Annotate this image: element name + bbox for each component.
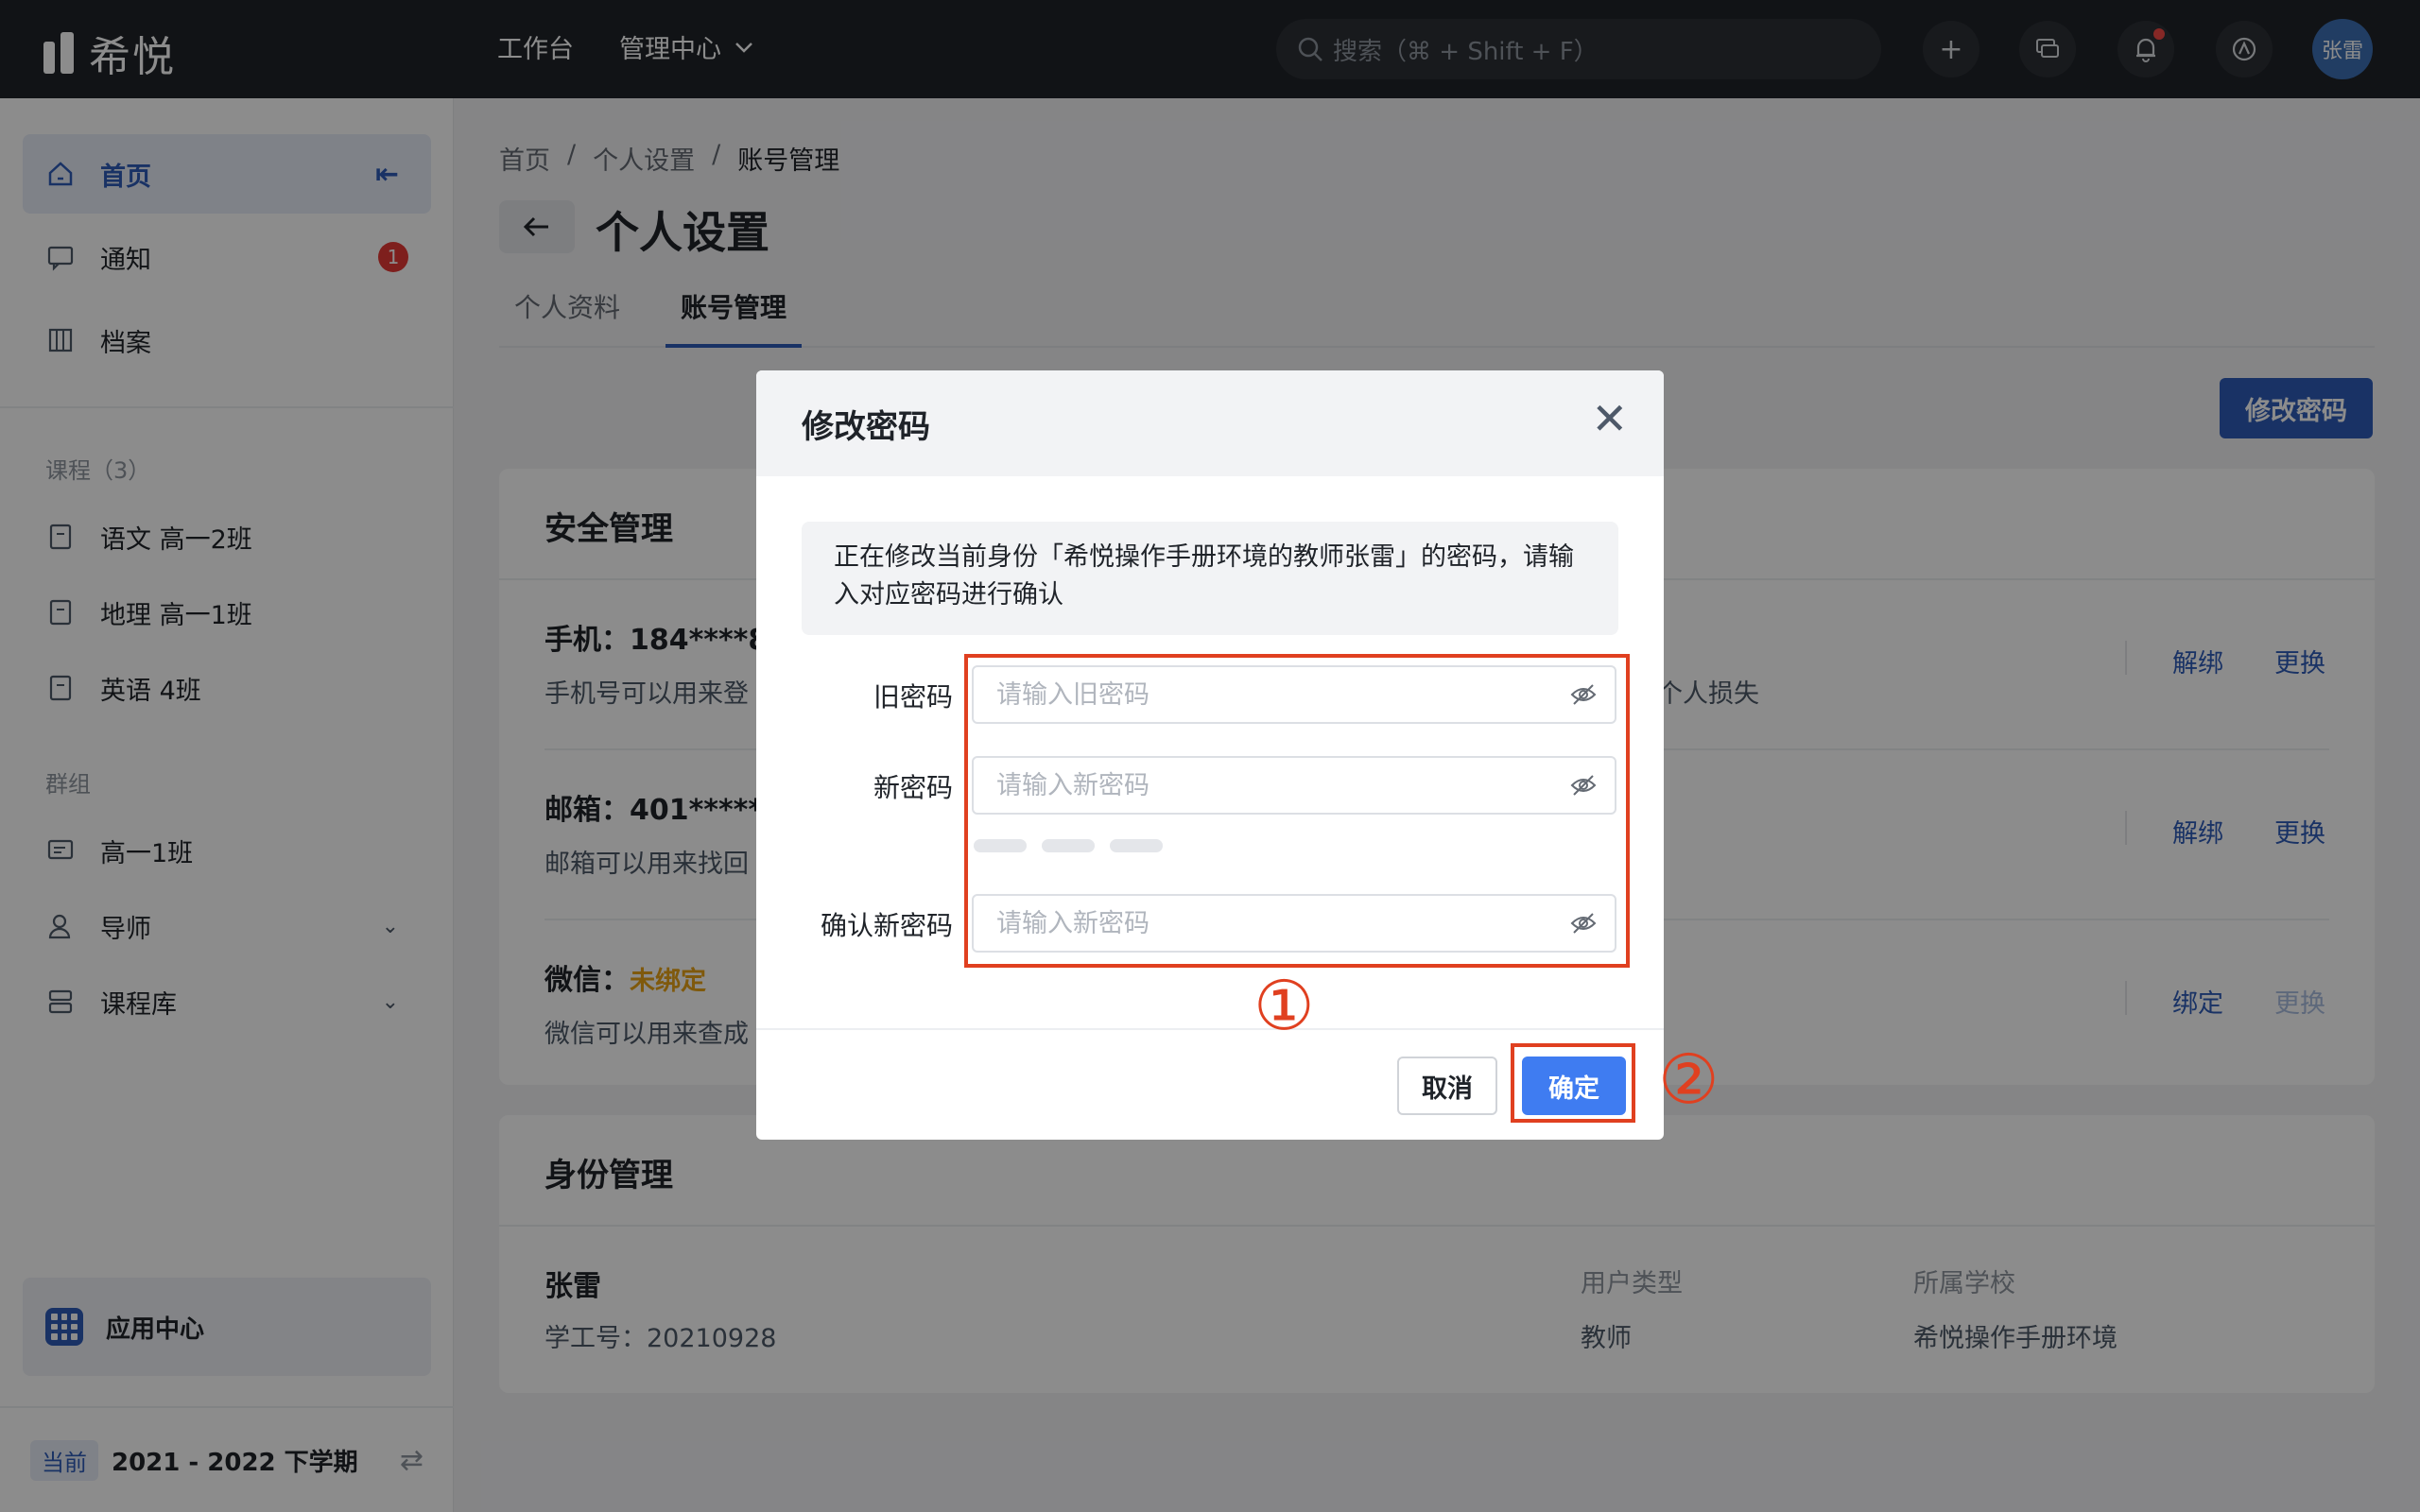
annotation-number-1: ①: [1253, 966, 1315, 1045]
annotation-box-fields: [964, 654, 1630, 968]
old-password-label: 旧密码: [873, 681, 953, 713]
new-password-label: 新密码: [873, 772, 953, 803]
cancel-button[interactable]: 取消: [1397, 1057, 1497, 1115]
close-icon[interactable]: ✕: [1591, 393, 1628, 444]
dialog-title: 修改密码: [802, 408, 930, 446]
annotation-box-confirm: [1511, 1043, 1635, 1123]
dialog-header: 修改密码 ✕: [756, 370, 1664, 476]
dialog-footer-divider: [756, 1028, 1664, 1030]
confirm-password-label: 确认新密码: [820, 910, 953, 941]
dialog-notice: 正在修改当前身份「希悦操作手册环境的教师张雷」的密码，请输入对应密码进行确认: [802, 522, 1618, 635]
annotation-number-2: ②: [1658, 1040, 1720, 1119]
